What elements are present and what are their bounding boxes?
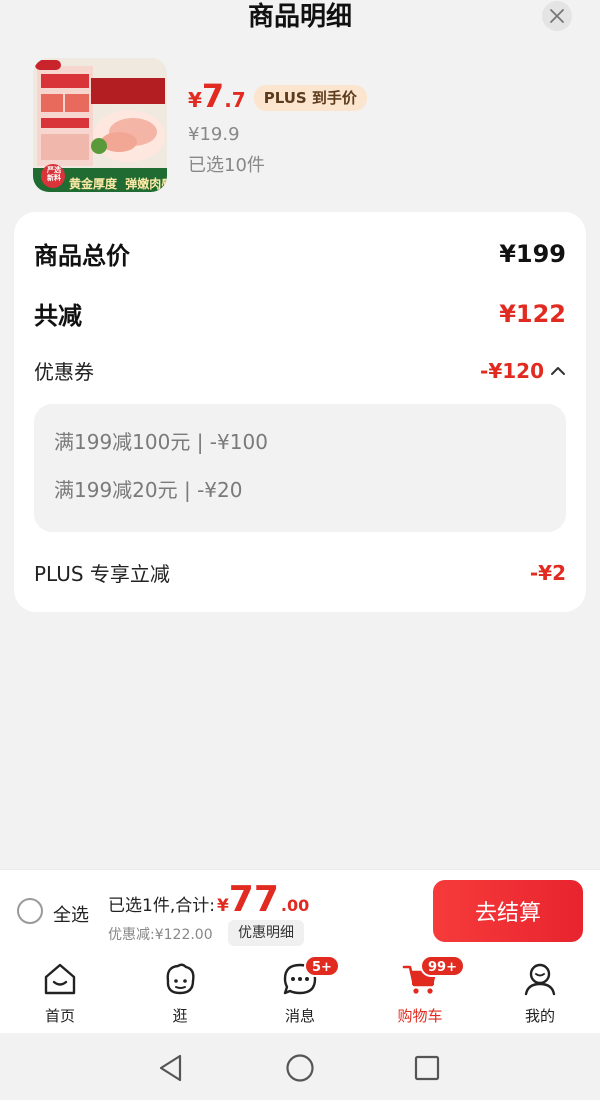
close-icon (550, 9, 564, 23)
plus-discount-label: PLUS 专享立减 (34, 562, 170, 586)
plus-discount-value: -¥2 (529, 560, 566, 585)
home-circle-icon[interactable] (285, 1053, 315, 1083)
product-image-caption: 黄金厚度 弹嫩肉感 (69, 175, 167, 192)
total-reduction-row: 共减 ¥122 (34, 296, 566, 331)
product-image-badge: 严选 新料 (47, 166, 61, 182)
price-summary-card: 商品总价 ¥199 共减 ¥122 优惠券 -¥120 满199减100元 | … (14, 212, 586, 612)
selected-count: 已选10件 (188, 155, 265, 176)
tab-label: 消息 (284, 1007, 315, 1025)
discount-detail-button[interactable]: 优惠明细 (228, 920, 304, 946)
tab-browse[interactable]: 逛 (130, 951, 230, 1033)
coupon-label: 优惠券 (34, 360, 94, 384)
sum-integer: 77 (228, 879, 279, 920)
message-badge: 5+ (304, 955, 340, 977)
coupon-row[interactable]: 优惠券 -¥120 (34, 356, 566, 385)
tab-label: 我的 (524, 1007, 555, 1025)
price-integer: 7 (201, 77, 225, 115)
total-price-value: ¥199 (499, 239, 566, 268)
select-all-label[interactable]: 全选 (53, 901, 89, 927)
cart-badge: 99+ (420, 955, 465, 977)
image-caption-right: 弹嫩肉感 (125, 177, 167, 191)
sum-currency: ¥ (216, 896, 229, 916)
checkout-button[interactable]: 去结算 (433, 880, 583, 942)
system-nav-bar (0, 1033, 600, 1100)
home-icon (44, 963, 76, 995)
sheet-header: 商品明细 (0, 0, 600, 40)
sum-line: 已选1件,合计: ¥ 77 .00 (108, 882, 309, 918)
coupon-value-wrap: -¥120 (480, 359, 566, 383)
tab-messages[interactable]: 5+ 消息 (250, 951, 350, 1033)
checkout-bar: 全选 已选1件,合计: ¥ 77 .00 优惠减:¥122.00 优惠明细 去结… (0, 869, 600, 951)
price-currency: ¥ (188, 88, 202, 112)
coupon-item: 满199减20元 | -¥20 (54, 478, 243, 502)
bottom-tab-bar: 首页 逛 5+ 消息 99+ 购物车 我的 (0, 951, 600, 1033)
tab-label: 逛 (172, 1007, 188, 1025)
chevron-up-icon[interactable] (550, 365, 566, 377)
sum-label: 已选1件,合计: (108, 896, 215, 916)
total-reduction-value: ¥122 (499, 299, 566, 328)
close-button[interactable] (542, 1, 572, 31)
plus-price-tag: PLUS 到手价 (253, 85, 367, 111)
coupon-item: 满199减100元 | -¥100 (54, 430, 268, 454)
original-price: ¥19.9 (188, 124, 240, 145)
back-icon[interactable] (156, 1053, 186, 1083)
plus-discount-row: PLUS 专享立减 -¥2 (34, 558, 566, 587)
profile-icon (524, 963, 556, 996)
price-decimal: .7 (224, 88, 246, 112)
coupon-detail-box: 满199减100元 | -¥100 满199减20元 | -¥20 (34, 404, 566, 532)
tab-label: 首页 (44, 1007, 75, 1025)
select-all-radio[interactable] (17, 898, 43, 924)
total-price-label: 商品总价 (34, 242, 130, 270)
coupon-value: -¥120 (480, 358, 544, 383)
browse-icon (166, 963, 195, 995)
tab-label: 购物车 (397, 1007, 443, 1025)
total-reduction-label: 共减 (34, 302, 82, 330)
product-image[interactable]: 严选 新料 黄金厚度 弹嫩肉感 (33, 58, 167, 192)
tab-profile[interactable]: 我的 (490, 951, 590, 1033)
total-price-row: 商品总价 ¥199 (34, 236, 566, 271)
product-info: ¥ 7 .7 PLUS 到手价 ¥19.9 已选10件 (188, 80, 367, 177)
discount-amount: 优惠减:¥122.00 (108, 927, 213, 943)
sheet-title: 商品明细 (247, 2, 352, 32)
recents-icon[interactable] (412, 1053, 442, 1083)
tab-cart[interactable]: 99+ 购物车 (370, 951, 470, 1033)
tab-home[interactable]: 首页 (10, 951, 110, 1033)
sum-decimal: .00 (280, 896, 310, 915)
image-caption-left: 黄金厚度 (69, 177, 118, 191)
plus-price: ¥ 7 .7 PLUS 到手价 (188, 80, 367, 116)
